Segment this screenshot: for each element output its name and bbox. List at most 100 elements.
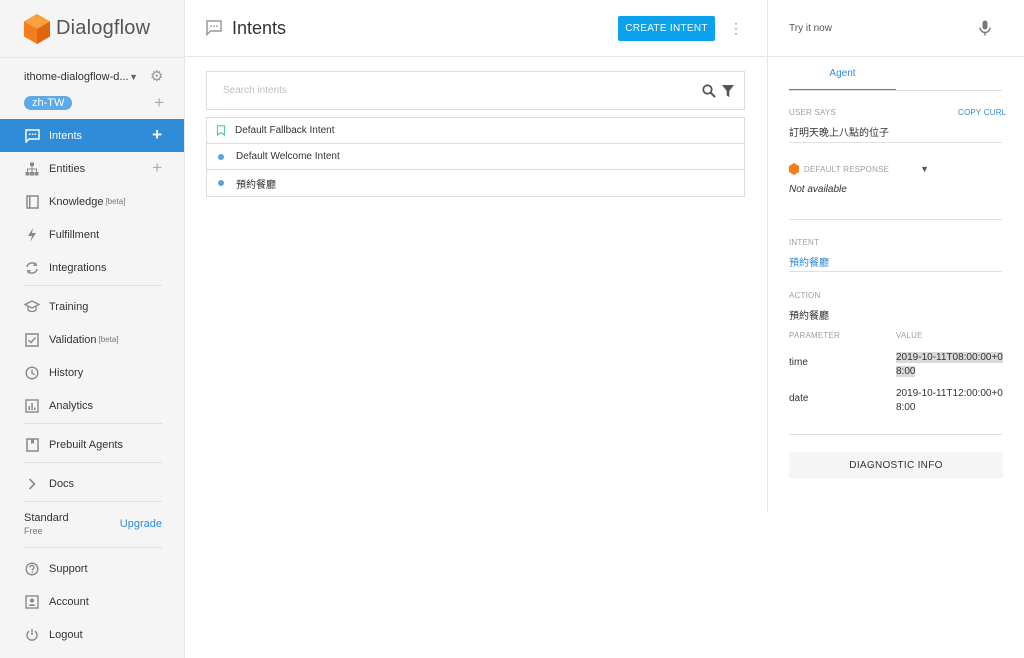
divider (789, 434, 1002, 435)
sidebar-item-support[interactable]: Support (0, 552, 184, 585)
sidebar-item-label: Logout (49, 628, 83, 641)
beta-badge: [beta] (98, 335, 119, 344)
sidebar-item-account[interactable]: Account (0, 585, 184, 618)
dialogflow-logo-icon (789, 163, 799, 175)
gear-icon[interactable]: ⚙ (150, 69, 164, 84)
matched-intent-link[interactable]: 預約餐廳 (789, 254, 829, 269)
diagnostic-info-button[interactable]: DIAGNOSTIC INFO (789, 452, 1003, 478)
sidebar-item-training[interactable]: Training (0, 290, 184, 323)
default-response-value: Not available (789, 184, 847, 195)
sidebar-item-history[interactable]: History (0, 356, 184, 389)
list-item[interactable]: 預約餐廳 (207, 170, 744, 196)
list-item[interactable]: Default Welcome Intent (207, 144, 744, 170)
sidebar-item-intents[interactable]: Intents + (0, 119, 184, 152)
sidebar-item-label: Knowledge (49, 195, 104, 208)
tab-agent[interactable]: Agent (789, 57, 896, 91)
beta-badge: [beta] (105, 197, 126, 206)
chevron-down-icon: ▼ (920, 164, 929, 174)
default-response-selector[interactable]: DEFAULT RESPONSE ▼ (789, 163, 929, 175)
parameter-value-line: 2019-10-11T12:00:00+0 (896, 388, 1003, 399)
bar-chart-icon (24, 398, 40, 414)
intent-list: Default Fallback Intent Default Welcome … (206, 117, 745, 197)
intent-name: Default Fallback Intent (235, 125, 335, 136)
main-header: Intents CREATE INTENT ⋮ (185, 0, 767, 57)
intent-label: INTENT (789, 238, 820, 247)
sync-icon (24, 260, 40, 276)
plan-section: Standard Free Upgrade (0, 506, 184, 542)
clock-icon (24, 365, 40, 381)
user-says-label: USER SAYS (789, 108, 836, 117)
parameter-value: 2019-10-11T12:00:00+0 8:00 (896, 387, 1003, 415)
sidebar-item-docs[interactable]: Docs (0, 467, 184, 500)
language-chip[interactable]: zh-TW (24, 96, 73, 110)
sidebar-item-validation[interactable]: Validation [beta] (0, 323, 184, 356)
filter-icon[interactable] (722, 84, 734, 97)
microphone-icon[interactable] (979, 20, 991, 36)
copy-curl-link[interactable]: COPY CURL (958, 108, 1006, 117)
sidebar-item-label: Training (49, 300, 89, 313)
list-item[interactable]: Default Fallback Intent (207, 118, 744, 144)
intent-dot-icon (218, 153, 224, 160)
graduation-cap-icon (24, 299, 40, 315)
sidebar-item-integrations[interactable]: Integrations (0, 251, 184, 284)
divider (789, 271, 1002, 272)
sidebar-item-label: Integrations (49, 261, 107, 274)
search-icon[interactable] (702, 83, 716, 98)
parameter-name: date (789, 393, 809, 404)
agent-selector[interactable]: ithome-dialogflow-d... ▼ ⚙ (0, 58, 184, 88)
sidebar-item-label: History (49, 366, 84, 379)
divider (789, 219, 1002, 220)
action-label: ACTION (789, 291, 821, 300)
app-name: Dialogflow (56, 17, 151, 39)
add-intent-icon[interactable]: + (152, 126, 162, 143)
search-input[interactable] (223, 85, 702, 96)
divider (789, 142, 1002, 143)
sidebar-item-knowledge[interactable]: Knowledge [beta] (0, 185, 184, 218)
parameter-value: 2019-10-11T08:00:00+0 8:00 (896, 351, 1003, 379)
plan-subtitle: Free (24, 526, 43, 536)
sidebar-item-label: Support (49, 562, 88, 575)
bookmark-icon (216, 125, 226, 136)
dialogflow-logo-icon (24, 13, 50, 44)
sidebar-item-fulfillment[interactable]: Fulfillment (0, 218, 184, 251)
power-icon (24, 627, 40, 643)
more-vert-icon[interactable]: ⋮ (729, 21, 743, 35)
bookmark-book-icon (24, 437, 40, 453)
divider (24, 501, 162, 502)
divider (24, 547, 162, 548)
sidebar-item-prebuilt-agents[interactable]: Prebuilt Agents (0, 428, 184, 461)
try-it-now-panel: Agent USER SAYS COPY CURL 訂明天晚上八點的位子 DEF… (767, 0, 1024, 512)
parameter-header: PARAMETER (789, 331, 840, 340)
parameter-value-line: 8:00 (896, 402, 916, 413)
divider (24, 285, 162, 286)
upgrade-link[interactable]: Upgrade (120, 518, 162, 530)
sidebar-item-logout[interactable]: Logout (0, 618, 184, 651)
add-entity-icon[interactable]: + (152, 159, 162, 176)
sidebar: Dialogflow ithome-dialogflow-d... ▼ ⚙ zh… (0, 0, 185, 658)
chat-bubble-icon (206, 20, 222, 36)
parameter-value-line: 2019-10-11T08:00:00+0 (896, 352, 1003, 363)
add-language-icon[interactable]: + (154, 94, 164, 111)
default-response-label: DEFAULT RESPONSE (804, 164, 890, 174)
chevron-right-icon (24, 476, 40, 492)
sidebar-item-label: Account (49, 595, 89, 608)
intent-name: Default Welcome Intent (236, 151, 340, 162)
hierarchy-icon (24, 161, 40, 177)
sidebar-item-entities[interactable]: Entities + (0, 152, 184, 185)
checkbox-icon (24, 332, 40, 348)
agent-name: ithome-dialogflow-d... (24, 71, 129, 83)
chat-bubble-icon (24, 128, 40, 144)
logo[interactable]: Dialogflow (0, 0, 184, 58)
try-it-now-input[interactable] (789, 22, 979, 34)
value-header: VALUE (896, 331, 923, 340)
main-content: Intents CREATE INTENT ⋮ Default Fallback… (185, 0, 767, 658)
create-intent-button[interactable]: CREATE INTENT (618, 15, 715, 41)
sidebar-item-label: Fulfillment (49, 228, 100, 241)
try-it-row (768, 0, 1024, 57)
lightning-icon (24, 227, 40, 243)
parameter-name: time (789, 357, 808, 368)
user-says-text: 訂明天晚上八點的位子 (789, 128, 889, 139)
sidebar-item-analytics[interactable]: Analytics (0, 389, 184, 422)
plan-title: Standard (24, 512, 69, 524)
action-value: 預約餐廳 (789, 311, 829, 322)
